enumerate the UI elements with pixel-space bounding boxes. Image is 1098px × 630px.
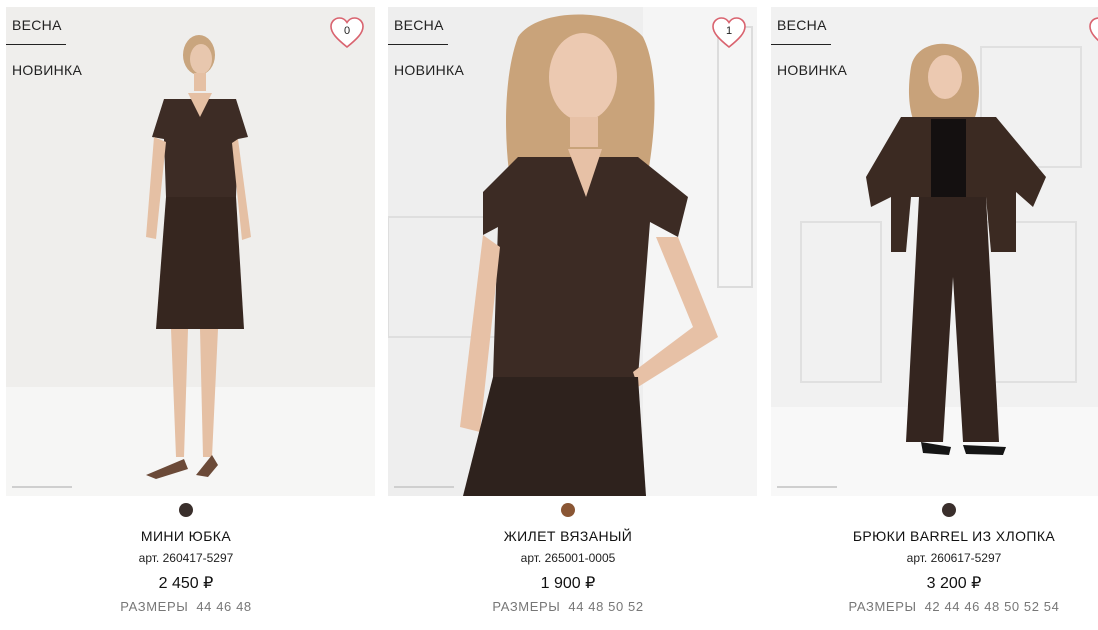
product-article: арт. 260617-5297 <box>906 551 1002 565</box>
product-sizes: РАЗМЕРЫ 44 46 48 <box>6 599 366 614</box>
color-swatch[interactable] <box>179 503 193 517</box>
product-name[interactable]: БРЮКИ BARREL ИЗ ХЛОПКА <box>771 528 1098 544</box>
favorite-count: 1 <box>725 25 733 37</box>
model-photo-skirt <box>6 7 375 496</box>
gallery-scrollbar[interactable] <box>12 486 72 488</box>
product-price: 3 200 ₽ <box>926 575 982 592</box>
sizes-list: 44 46 48 <box>196 599 252 614</box>
badge-season: ВЕСНА <box>388 18 448 45</box>
sizes-label: РАЗМЕРЫ <box>848 599 917 614</box>
product-photo[interactable]: ВЕСНА НОВИНКА <box>771 7 1098 496</box>
sizes-list: 42 44 46 48 50 52 54 <box>924 599 1060 614</box>
gallery-scrollbar[interactable] <box>394 486 454 488</box>
product-price: 1 900 ₽ <box>540 575 596 592</box>
favorite-button[interactable] <box>1088 16 1098 50</box>
badge-season: ВЕСНА <box>6 18 66 45</box>
badge-new: НОВИНКА <box>12 62 83 78</box>
badge-new: НОВИНКА <box>394 62 465 78</box>
gallery-scrollbar[interactable] <box>777 486 837 488</box>
product-card[interactable]: ВЕСНА НОВИНКА БРЮКИ BARREL ИЗ ХЛОПКА арт… <box>771 0 1098 630</box>
model-photo-barrel-pants <box>771 7 1098 496</box>
product-card[interactable]: ВЕСНА НОВИНКА 1 ЖИЛЕТ ВЯЗАНЫЙ арт. 26500… <box>388 0 757 630</box>
product-sizes: РАЗМЕРЫ 42 44 46 48 50 52 54 <box>771 599 1098 614</box>
sizes-label: РАЗМЕРЫ <box>120 599 189 614</box>
color-swatch[interactable] <box>942 503 956 517</box>
model-photo-knit-vest <box>388 7 757 496</box>
color-swatch[interactable] <box>561 503 575 517</box>
product-name[interactable]: ЖИЛЕТ ВЯЗАНЫЙ <box>388 528 748 544</box>
favorite-count: 0 <box>343 25 351 37</box>
favorite-button[interactable]: 1 <box>711 16 747 50</box>
product-photo[interactable]: ВЕСНА НОВИНКА 1 <box>388 7 757 496</box>
badge-season: ВЕСНА <box>771 18 831 45</box>
favorite-button[interactable]: 0 <box>329 16 365 50</box>
sizes-list: 44 48 50 52 <box>568 599 644 614</box>
product-sizes: РАЗМЕРЫ 44 48 50 52 <box>388 599 748 614</box>
product-article: арт. 265001-0005 <box>520 551 616 565</box>
badge-new: НОВИНКА <box>777 62 848 78</box>
product-name[interactable]: МИНИ ЮБКА <box>6 528 366 544</box>
heart-icon <box>1089 17 1098 42</box>
product-card[interactable]: ВЕСНА НОВИНКА 0 МИНИ ЮБКА арт. 260417-52… <box>6 0 375 630</box>
product-price: 2 450 ₽ <box>158 575 214 592</box>
product-article: арт. 260417-5297 <box>138 551 234 565</box>
product-photo[interactable]: ВЕСНА НОВИНКА 0 <box>6 7 375 496</box>
sizes-label: РАЗМЕРЫ <box>492 599 561 614</box>
